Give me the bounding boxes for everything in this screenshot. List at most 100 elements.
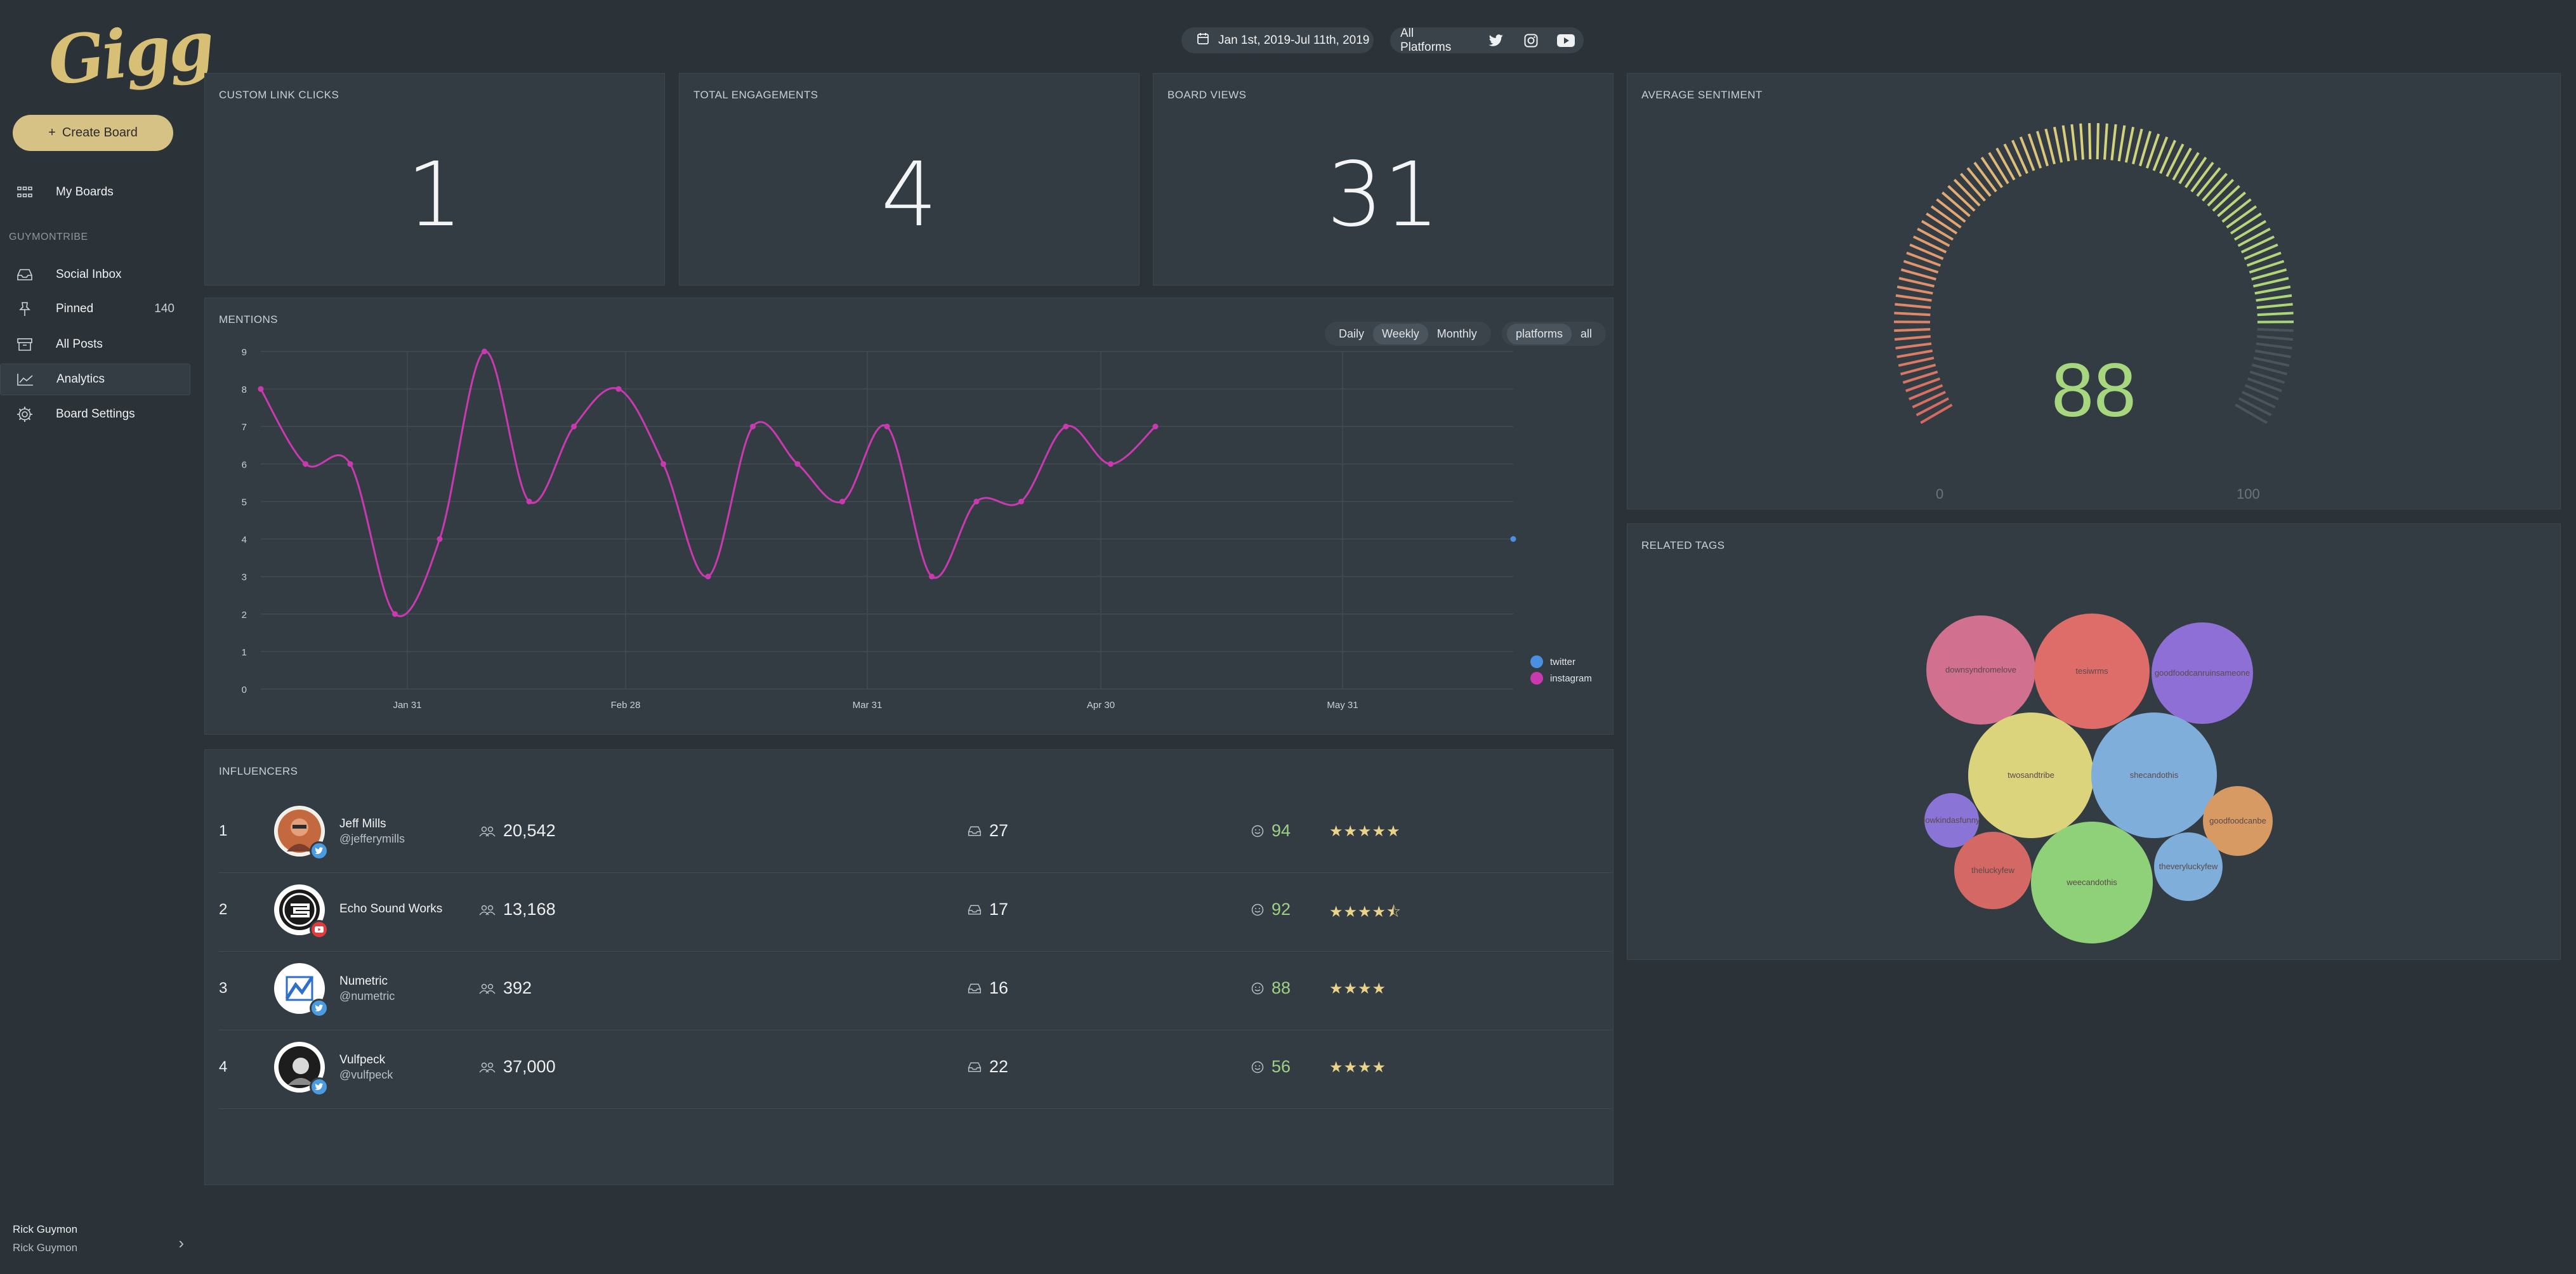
youtube-badge-icon — [310, 920, 329, 939]
influencers-title: INFLUENCERS — [219, 765, 298, 777]
stat-title: BOARD VIEWS — [1167, 89, 1247, 101]
inbox-icon — [16, 266, 34, 284]
gauge-tick — [1960, 173, 1986, 202]
followers-stat: 392 — [479, 978, 532, 998]
gauge-tick — [1917, 227, 1950, 247]
data-point-instagram — [482, 348, 487, 355]
gauge-tick — [2172, 147, 2192, 181]
y-tick-label: 4 — [242, 535, 247, 546]
gauge-tick — [2132, 128, 2143, 165]
smiley-icon — [1251, 1061, 1264, 1073]
x-tick-label: Feb 28 — [611, 700, 641, 711]
twitter-badge-icon — [310, 841, 329, 860]
sentiment-stat: 56 — [1251, 1057, 1291, 1077]
inbox-icon — [968, 904, 982, 915]
data-point-instagram — [794, 461, 801, 467]
nav-board-settings[interactable]: Board Settings — [0, 398, 190, 430]
star-rating: ★★★★ — [1329, 980, 1387, 997]
stat-title: TOTAL ENGAGEMENTS — [693, 89, 818, 101]
inbox-icon — [968, 1061, 982, 1072]
data-point-instagram — [973, 498, 980, 504]
people-icon — [479, 905, 496, 915]
platform-filter: All Platforms — [1390, 27, 1584, 55]
instagram-filter-button[interactable] — [1513, 27, 1548, 53]
tag-label: weecandothis — [2066, 877, 2117, 887]
data-point-instagram — [258, 386, 264, 392]
legend-label-twitter: twitter — [1550, 657, 1575, 667]
gauge-tick — [2165, 143, 2185, 178]
y-tick-label: 5 — [242, 497, 247, 508]
gauge-tick — [2252, 277, 2289, 288]
gauge-tick — [1953, 178, 1981, 207]
avatar[interactable] — [274, 806, 329, 860]
x-tick-label: May 31 — [1327, 700, 1358, 711]
nav-pinned[interactable]: Pinned 140 — [0, 293, 190, 325]
all-platforms-button[interactable]: All Platforms — [1400, 27, 1467, 55]
influencer-row[interactable]: 1 Jeff Mills @jefferymills 20,542 27 94 … — [219, 794, 1612, 873]
gauge-tick — [1930, 205, 1962, 229]
data-point-instagram — [1108, 461, 1114, 467]
gauge-tick — [2256, 303, 2293, 309]
plus-icon: + — [48, 126, 56, 140]
instagram-icon — [1524, 34, 1538, 47]
gauge-tick — [1966, 167, 1992, 197]
stat-value: 31 — [1326, 143, 1440, 247]
nav-analytics[interactable]: Analytics — [0, 364, 190, 395]
tag-label: theluckyfew — [1971, 865, 2015, 875]
mentions-card: MENTIONS Daily Weekly Monthly platforms … — [204, 298, 1613, 735]
avatar[interactable] — [274, 963, 329, 1018]
data-point-twitter — [1510, 536, 1516, 542]
gauge-tick — [1894, 335, 1931, 341]
legend-label-instagram: instagram — [1550, 673, 1592, 684]
stat-value: 1 — [406, 143, 463, 247]
influencer-row[interactable]: 2 Echo Sound Works 13,168 17 92 ★★★★⯪ — [219, 873, 1612, 952]
star-rating: ★★★★★ — [1329, 823, 1401, 840]
y-tick-label: 8 — [242, 384, 247, 395]
gauge-tick — [2117, 125, 2126, 162]
tag-label: theveryluckyfew — [2159, 862, 2218, 871]
y-tick-label: 1 — [242, 647, 247, 658]
gauge-tick — [1926, 213, 1958, 235]
twitter-badge-icon — [310, 999, 329, 1018]
data-point-instagram — [1018, 498, 1024, 504]
influencer-name: Jeff Mills — [339, 817, 386, 831]
posts-count: 16 — [989, 978, 1009, 997]
nav-all-posts-label: All Posts — [56, 338, 103, 351]
pin-icon — [16, 300, 34, 318]
followers-count: 13,168 — [503, 900, 556, 919]
influencer-row[interactable]: 4 Vulfpeck @vulfpeck 37,000 22 56 ★★★★ — [219, 1030, 1612, 1109]
gauge-tick — [2196, 167, 2221, 197]
tag-label: goodfoodcanruinsameone — [2155, 668, 2250, 678]
gauge-tick — [1995, 147, 2016, 181]
gauge-tick — [2079, 123, 2084, 160]
stat-card-engagements: TOTAL ENGAGEMENTS 4 — [679, 73, 1140, 286]
followers-stat: 37,000 — [479, 1057, 556, 1077]
nav-all-posts[interactable]: All Posts — [0, 329, 190, 360]
posts-stat: 16 — [968, 978, 1008, 998]
smiley-icon — [1251, 825, 1264, 837]
create-board-button[interactable]: + Create Board — [13, 115, 173, 151]
sentiment-score: 92 — [1272, 900, 1291, 919]
date-range-picker[interactable]: Jan 1st, 2019-Jul 11th, 2019 — [1181, 27, 1374, 53]
influencer-name: Vulfpeck — [339, 1053, 386, 1067]
youtube-filter-button[interactable] — [1549, 27, 1584, 53]
user-menu[interactable]: Rick Guymon Rick Guymon › — [13, 1223, 184, 1261]
gauge-tick — [1894, 327, 1931, 332]
gauge-tick — [2110, 124, 2117, 161]
tag-label: lowkindasfunny — [1924, 815, 1980, 825]
avatar[interactable] — [274, 884, 329, 939]
gauge-tick — [2070, 124, 2077, 161]
twitter-filter-button[interactable] — [1478, 27, 1513, 53]
posts-stat: 27 — [968, 821, 1008, 841]
gigg-logo[interactable]: Gigg — [44, 6, 215, 100]
gauge-tick — [2257, 327, 2294, 332]
nav-my-boards[interactable]: My Boards — [0, 176, 190, 208]
nav-social-inbox[interactable]: Social Inbox — [0, 259, 190, 291]
gauge-tick — [2207, 178, 2235, 207]
data-point-instagram — [750, 423, 756, 430]
stat-card-board-views: BOARD VIEWS 31 — [1153, 73, 1613, 286]
data-point-instagram — [615, 386, 622, 392]
y-tick-label: 3 — [242, 572, 247, 583]
avatar[interactable] — [274, 1042, 329, 1096]
influencer-row[interactable]: 3 Numetric @numetric 392 16 88 ★★★★ — [219, 952, 1612, 1030]
